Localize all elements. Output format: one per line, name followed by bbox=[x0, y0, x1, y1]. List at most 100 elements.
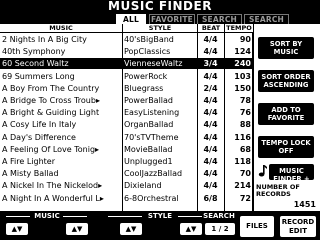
cell-tempo: 116 bbox=[234, 132, 251, 142]
cell-music: A Misty Ballad bbox=[2, 169, 59, 179]
cell-style: OrganBallad bbox=[124, 120, 174, 130]
cell-tempo: 76 bbox=[239, 108, 251, 118]
tempo-lock-button[interactable]: TEMPO LOCK OFF bbox=[258, 136, 314, 158]
divider bbox=[108, 216, 142, 217]
cell-style: 70'sTVTheme bbox=[124, 132, 179, 142]
music-note-icon bbox=[258, 165, 267, 177]
cell-beat: 6/8 bbox=[203, 193, 218, 203]
music-up-down-button[interactable]: ▲▼ bbox=[66, 223, 88, 235]
style-up-down-button[interactable]: ▲▼ bbox=[120, 223, 142, 235]
cell-style: Dixieland bbox=[124, 181, 162, 191]
cell-music: A Nickel In The Nickelod▸ bbox=[2, 181, 103, 191]
window-title: MUSIC FINDER bbox=[108, 0, 212, 13]
cell-tempo: 88 bbox=[239, 120, 251, 130]
style-label: STYLE bbox=[147, 212, 173, 220]
cell-style: VienneseWaltz bbox=[124, 59, 183, 69]
header-tempo[interactable]: TEMPO bbox=[225, 24, 253, 33]
table-row[interactable]: A Fire Lighter Unplugged1 4/4 118 bbox=[0, 156, 253, 167]
cell-beat: 4/4 bbox=[203, 157, 218, 166]
music-finder-plus-button[interactable]: MUSIC FINDER + bbox=[269, 164, 314, 183]
divider bbox=[6, 216, 30, 217]
cell-music: A Bridge To Cross Troub▸ bbox=[2, 96, 100, 105]
cell-style: PowerBallad bbox=[124, 96, 174, 105]
table-row[interactable]: 40th Symphony PopClassics 4/4 124 bbox=[0, 46, 253, 57]
divider bbox=[63, 216, 87, 217]
cell-music: A Day's Difference bbox=[2, 132, 76, 142]
cell-music: 69 Summers Long bbox=[2, 71, 75, 81]
music-up-down-button[interactable]: ▲▼ bbox=[6, 223, 28, 235]
header-style[interactable]: STYLE bbox=[123, 24, 197, 33]
cell-tempo: 240 bbox=[234, 59, 251, 69]
cell-music: 2 Nights In A Big City bbox=[2, 35, 87, 44]
tab-favorite[interactable]: FAVORITE bbox=[149, 14, 195, 24]
cell-style: MovieBallad bbox=[124, 144, 173, 154]
cell-music: 40th Symphony bbox=[2, 47, 66, 57]
cell-music: 60 Second Waltz bbox=[2, 59, 69, 69]
records-label: NUMBER OF RECORDS bbox=[256, 183, 300, 198]
cell-beat: 4/4 bbox=[203, 96, 218, 105]
cell-tempo: 70 bbox=[239, 169, 251, 179]
table-row[interactable]: 2 Nights In A Big City 40'sBigBand 4/4 90 bbox=[0, 34, 253, 45]
cell-beat: 4/4 bbox=[203, 35, 218, 44]
cell-beat: 4/4 bbox=[203, 120, 218, 130]
cell-style: Bluegrass bbox=[124, 83, 164, 93]
table-row[interactable]: 60 Second Waltz VienneseWaltz 3/4 240 bbox=[0, 58, 253, 70]
cell-beat: 4/4 bbox=[203, 169, 218, 179]
cell-style: CoolJazzBallad bbox=[124, 169, 183, 179]
table-row[interactable]: A Cosy Life In Italy OrganBallad 4/4 88 bbox=[0, 119, 253, 130]
cell-tempo: 214 bbox=[234, 181, 251, 191]
header-beat[interactable]: BEAT bbox=[198, 24, 224, 33]
cell-style: 6-8Orchestral bbox=[124, 193, 179, 203]
search-page-button[interactable]: 1 / 2 bbox=[205, 223, 235, 235]
add-to-favorite-button[interactable]: ADD TO FAVORITE bbox=[258, 103, 314, 125]
cell-music: A Night In A Wonderful L▸ bbox=[2, 193, 104, 203]
cell-beat: 4/4 bbox=[203, 47, 218, 57]
cell-beat: 4/4 bbox=[203, 108, 218, 118]
cell-style: 40'sBigBand bbox=[124, 35, 174, 44]
files-button[interactable]: FILES bbox=[240, 216, 274, 237]
cell-beat: 3/4 bbox=[203, 59, 218, 69]
header-music[interactable]: MUSIC bbox=[0, 24, 122, 33]
cell-music: A Fire Lighter bbox=[2, 157, 56, 166]
sort-order-button[interactable]: SORT ORDER ASCENDING bbox=[258, 70, 314, 92]
table-row[interactable]: A Day's Difference 70'sTVTheme 4/4 116 bbox=[0, 132, 253, 143]
tab-search-1[interactable]: SEARCH 1 bbox=[197, 14, 242, 34]
sort-by-button[interactable]: SORT BY MUSIC bbox=[258, 37, 314, 59]
cell-beat: 4/4 bbox=[203, 132, 218, 142]
column-divider bbox=[122, 24, 123, 211]
cell-beat: 4/4 bbox=[203, 181, 218, 191]
cell-style: Unplugged1 bbox=[124, 157, 173, 166]
cell-tempo: 103 bbox=[234, 71, 251, 81]
cell-tempo: 90 bbox=[239, 35, 251, 44]
table-row[interactable]: A Bridge To Cross Troub▸ PowerBallad 4/4 78 bbox=[0, 95, 253, 106]
cell-style: PopClassics bbox=[124, 47, 171, 57]
column-divider bbox=[197, 24, 198, 211]
tab-search-2[interactable]: SEARCH 2 bbox=[244, 14, 289, 34]
cell-music: A Feeling Of Love Tonig▸ bbox=[2, 144, 100, 154]
table-row[interactable]: A Nickel In The Nickelod▸ Dixieland 4/4 214 bbox=[0, 180, 253, 191]
cell-music: A Boy From The Country bbox=[2, 83, 100, 93]
cell-beat: 2/4 bbox=[203, 83, 218, 93]
tab-all[interactable]: ALL bbox=[116, 14, 146, 24]
cell-tempo: 118 bbox=[234, 157, 251, 166]
table-row[interactable]: A Bright & Guiding Light EasyListening 4/4… bbox=[0, 107, 253, 118]
table-row[interactable]: A Feeling Of Love Tonig▸ MovieBallad 4/4 68 bbox=[0, 144, 253, 155]
table-row[interactable]: A Misty Ballad CoolJazzBallad 4/4 70 bbox=[0, 168, 253, 179]
cell-tempo: 72 bbox=[239, 193, 251, 203]
cell-style: PowerRock bbox=[124, 71, 168, 81]
record-edit-button[interactable]: RECORD EDIT bbox=[280, 216, 316, 237]
music-label: MUSIC bbox=[34, 212, 60, 220]
table-row[interactable]: A Night In A Wonderful L▸ 6-8Orchestral 6/… bbox=[0, 193, 253, 204]
table-row[interactable]: 69 Summers Long PowerRock 4/4 103 bbox=[0, 71, 253, 82]
cell-tempo: 78 bbox=[239, 96, 251, 105]
cell-style: EasyListening bbox=[124, 108, 180, 118]
cell-music: A Bright & Guiding Light bbox=[2, 108, 100, 118]
cell-beat: 4/4 bbox=[203, 71, 218, 81]
cell-tempo: 68 bbox=[239, 144, 251, 154]
column-divider bbox=[224, 24, 225, 211]
style-up-down-button[interactable]: ▲▼ bbox=[180, 223, 202, 235]
table-row[interactable]: A Boy From The Country Bluegrass 2/4 150 bbox=[0, 83, 253, 94]
cell-tempo: 150 bbox=[234, 83, 251, 93]
records-value: 1451 bbox=[293, 200, 316, 209]
divider bbox=[178, 216, 202, 217]
